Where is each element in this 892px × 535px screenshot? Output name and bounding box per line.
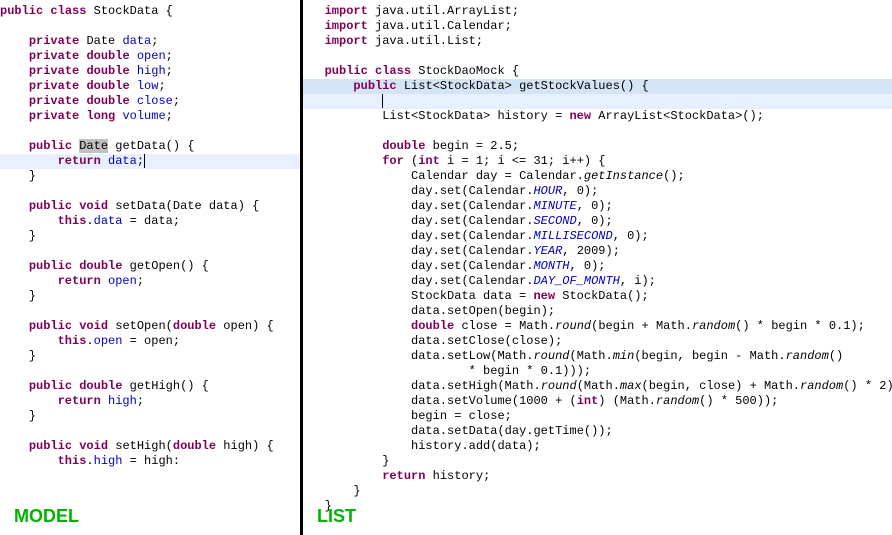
left-code-pane[interactable]: public class StockData { private Date da… [0,0,303,535]
left-code[interactable]: public class StockData { private Date da… [0,0,300,473]
right-pane-label: LIST [317,506,356,527]
right-code[interactable]: import java.util.ArrayList; import java.… [303,0,892,518]
left-pane-label: MODEL [14,506,79,527]
right-code-pane[interactable]: import java.util.ArrayList; import java.… [303,0,892,535]
